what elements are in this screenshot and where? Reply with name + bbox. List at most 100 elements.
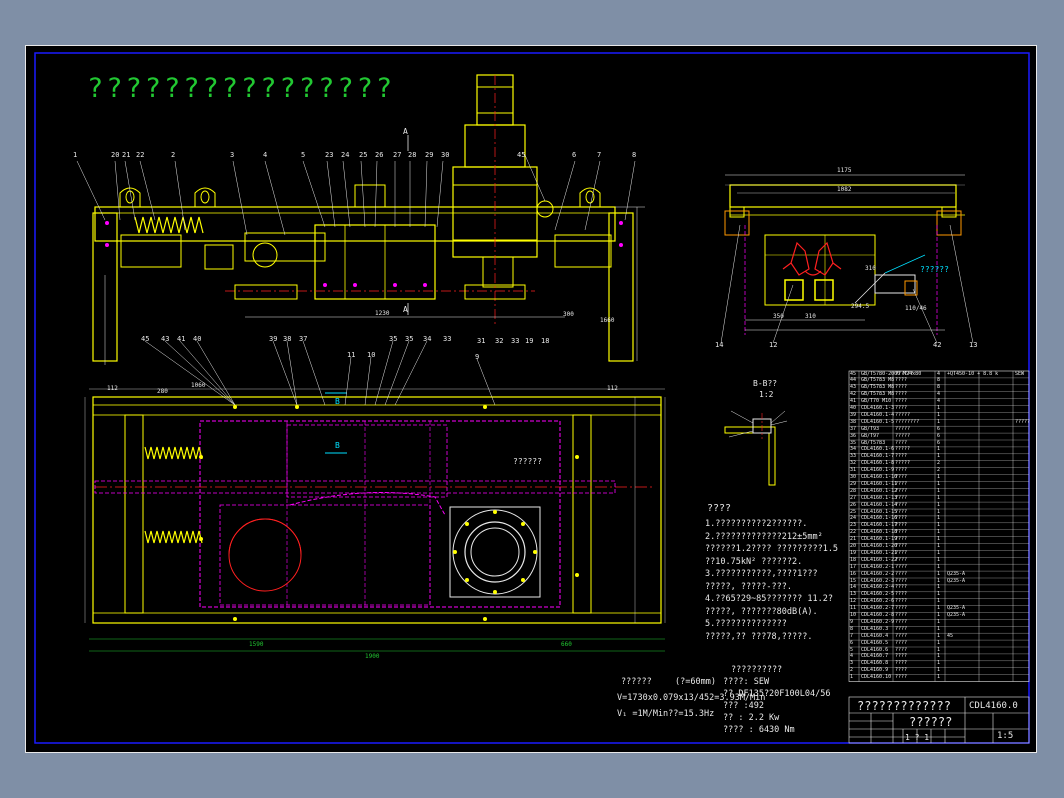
dimension-front: 300: [563, 311, 574, 318]
tech-req-line: ?????, ???????80dB(A).: [705, 606, 818, 617]
part-balloon-front: 2: [171, 151, 176, 159]
part-balloon-front: 27: [393, 151, 402, 159]
side-annotation-label: ??????: [920, 265, 949, 274]
tech-req-line: 4.??65?29~85??????? 11.2?: [705, 594, 833, 604]
tech-req-line: 5.??????????????: [705, 619, 787, 629]
part-balloon-side: 42: [933, 341, 942, 349]
tech-req-line: 1.??????????2??????.: [705, 519, 808, 529]
section-marker-a-bottom: A: [403, 305, 408, 314]
dimension-plan: 1590: [249, 641, 264, 648]
part-balloon-front: 28: [408, 151, 417, 159]
side-view: [720, 174, 974, 344]
part-balloon-front: 8: [632, 151, 637, 159]
bom-cell-qty: 1: [937, 674, 941, 681]
dimension-side: 310: [865, 265, 876, 272]
bom-cell-name: ????: [895, 674, 908, 681]
title-block-scale: 1:5: [997, 731, 1014, 741]
part-balloon-front: 45: [517, 151, 526, 159]
part-balloon-front: 30: [441, 151, 450, 159]
part-balloon-front-bottom: 31: [477, 337, 486, 345]
bom-cell-code: CDL4160.10: [861, 674, 892, 681]
part-balloon-front: 21: [122, 151, 131, 159]
part-balloon-plan: 45: [141, 335, 150, 343]
part-balloon-front: 4: [263, 151, 268, 159]
bom-cell-no: 1: [850, 674, 854, 681]
dimension-plan: 112: [107, 385, 118, 392]
bom-cell-mat: Q235-A: [947, 612, 966, 618]
part-balloon-plan: 34: [423, 335, 432, 343]
part-balloon-front: 6: [572, 151, 577, 159]
part-balloon-front: 20: [111, 151, 120, 159]
dimension-front: 1660: [600, 317, 615, 324]
part-balloon-front: 5: [301, 151, 306, 159]
part-balloon-front: 22: [136, 151, 145, 159]
dimension-plan: 112: [607, 385, 618, 392]
part-balloon-plan: 40: [193, 335, 202, 343]
motor-params-heading: ??????????: [731, 665, 783, 675]
tech-req-line: ?????, ?????-???.: [705, 581, 792, 592]
part-balloon-front: 25: [359, 151, 368, 159]
tech-req-line: 3.???????????,????1???: [705, 569, 818, 579]
bom-cell-mat: Q235-A: [947, 577, 966, 584]
tech-req-heading: ????: [707, 503, 732, 514]
bom-cell-note: SEW: [1015, 370, 1025, 377]
part-balloon-side: 13: [969, 341, 978, 349]
title-block-drawing-name: ??????: [909, 715, 953, 729]
title-block-name: ?????????????: [857, 699, 951, 713]
part-balloon-front-bottom: 33: [511, 337, 520, 345]
dimension-side: 110/46: [905, 305, 927, 312]
dimension-plan: 1900: [365, 653, 380, 660]
part-balloon-front: 3: [230, 151, 235, 159]
part-balloon-front: 1: [73, 151, 78, 159]
title-block-drawing-number: CDL4160.0: [969, 701, 1018, 711]
part-balloon-plan: 35: [405, 335, 414, 343]
drawing-title: ????????????????: [87, 73, 396, 104]
part-balloon-front: 24: [341, 151, 350, 159]
dimension-side: 1175: [837, 167, 852, 174]
tech-req-line: ?????,?? ???78,?????.: [705, 631, 813, 642]
gripper-jaws: [782, 241, 842, 276]
part-balloon-plan: 38: [283, 335, 292, 343]
plan-annotation-label: ??????: [513, 457, 542, 466]
front-view: [76, 74, 645, 365]
part-balloon-plan: 9: [475, 353, 480, 361]
section-bb-scale: 1:2: [759, 390, 774, 399]
tech-req-line: ??????1.2???? ?????????1.5: [705, 544, 839, 554]
dimension-plan: 280: [157, 388, 168, 395]
motor-param-ratio: ??? :492: [723, 701, 764, 711]
part-balloon-side: 12: [769, 341, 778, 349]
part-balloon-front: 23: [325, 151, 334, 159]
bom-cell-mat: 45: [947, 632, 954, 639]
part-balloon-plan: 10: [367, 351, 376, 359]
bom-cell-note: ?????: [1015, 418, 1031, 425]
part-balloon-front-bottom: 19: [525, 337, 534, 345]
part-balloon-plan: 33: [443, 335, 452, 343]
part-balloon-plan: 35: [389, 335, 398, 343]
motor-param-model: ????: SEW: [723, 677, 770, 687]
dimension-side: 1082: [837, 186, 852, 193]
motor-param-spec: ?? DF135?20F100L04/56: [723, 689, 831, 699]
motor-param-power: ?? : 2.2 Kw: [723, 713, 780, 723]
speed-calc-heading: ??????: [621, 677, 652, 687]
section-bb-view: [724, 410, 788, 486]
section-bb-title: B-B??: [753, 379, 778, 388]
dimension-plan: 1060: [191, 382, 206, 389]
section-marker-b-top: B: [335, 397, 340, 406]
speed-calc-line2: V₁ =1M/Min??=15.3Hz: [617, 709, 715, 719]
bearing-flange: [449, 506, 541, 598]
motor-param-torque: ???? : 6430 Nm: [723, 725, 795, 735]
title-block-sheet: 1 ? 1: [905, 733, 930, 742]
bom-cell-mat: +QT450-10 + 8.8 k: [947, 370, 999, 377]
part-balloon-plan: 11: [347, 351, 356, 359]
part-balloon-front-bottom: 18: [541, 337, 550, 345]
speed-calc-note: (?=60mm): [675, 677, 716, 687]
dimension-side: 310: [805, 313, 816, 320]
dimension-side: 350: [773, 313, 784, 320]
dimension-front: 1230: [375, 310, 390, 317]
part-balloon-front: 26: [375, 151, 384, 159]
dimension-plan: 660: [561, 641, 572, 648]
part-balloon-plan: 41: [177, 335, 186, 343]
part-balloon-front-bottom: 32: [495, 337, 504, 345]
section-marker-b-bottom: B: [335, 441, 340, 450]
dimension-side: 294.5: [851, 303, 870, 310]
